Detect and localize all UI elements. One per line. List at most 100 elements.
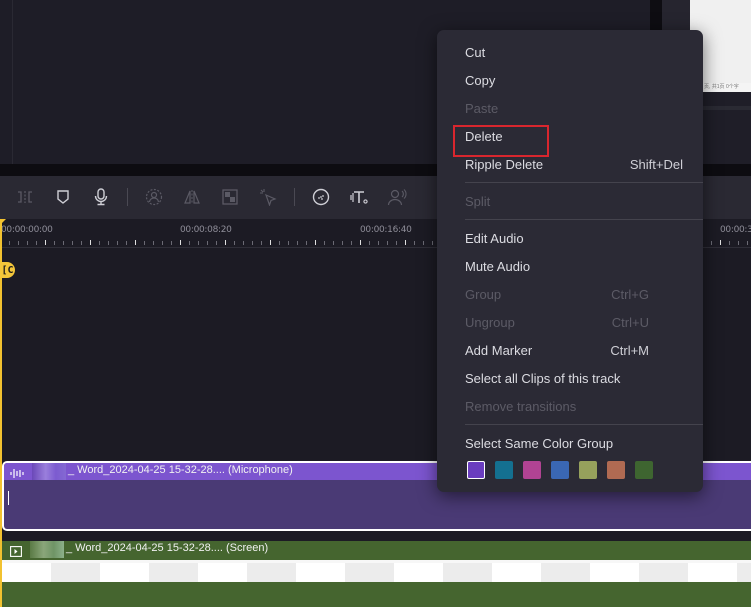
face-avatar-icon[interactable] xyxy=(143,186,165,208)
menu-item-label: Add Marker xyxy=(465,343,533,358)
ruler-tick xyxy=(162,241,163,245)
ruler-tick xyxy=(729,241,730,245)
ruler-tick xyxy=(99,241,100,245)
ruler-tick xyxy=(216,241,217,245)
color-swatch[interactable] xyxy=(635,461,653,479)
ruler-tick xyxy=(243,241,244,245)
menu-separator xyxy=(465,219,703,220)
timecode-label: 00:00:08:20 xyxy=(180,225,232,235)
ruler-tick xyxy=(90,240,91,245)
thumbnail-frame xyxy=(394,560,443,582)
menu-item-mute-audio[interactable]: Mute Audio xyxy=(465,257,683,277)
speed-dial-icon[interactable] xyxy=(310,186,332,208)
ruler-tick xyxy=(378,241,379,245)
menu-item-paste[interactable]: Paste xyxy=(465,99,683,119)
ruler-tick xyxy=(135,240,136,245)
playhead-handle[interactable] xyxy=(0,219,6,225)
menu-item-edit-audio[interactable]: Edit Audio xyxy=(465,229,683,249)
ruler-tick xyxy=(9,241,10,245)
menu-item-label: Mute Audio xyxy=(465,259,531,274)
thumbnail-frame xyxy=(198,560,247,582)
menu-item-add-marker[interactable]: Add Marker Ctrl+M xyxy=(465,341,683,361)
ruler-tick xyxy=(153,241,154,245)
ruler-tick xyxy=(63,241,64,245)
ruler-tick xyxy=(225,240,226,245)
ruler-tick xyxy=(270,240,271,245)
thumbnail-frame xyxy=(688,560,737,582)
ruler-tick xyxy=(720,240,721,245)
ruler-tick xyxy=(324,241,325,245)
playhead-marker-badge[interactable]: [C xyxy=(0,262,15,278)
color-swatch[interactable] xyxy=(551,461,569,479)
thumbnail-frame xyxy=(100,560,149,582)
ruler-tick xyxy=(747,241,748,245)
cursor-effect-icon[interactable] xyxy=(257,186,279,208)
thumbnail-frame xyxy=(443,560,492,582)
thumbnail-frame xyxy=(2,560,51,582)
ruler-tick xyxy=(423,241,424,245)
menu-item-shortcut: Ctrl+M xyxy=(610,343,649,358)
thumbnail-frame xyxy=(590,560,639,582)
mosaic-icon[interactable] xyxy=(219,186,241,208)
ruler-tick xyxy=(27,241,28,245)
thumbnail-frame xyxy=(639,560,688,582)
color-swatch[interactable] xyxy=(607,461,625,479)
ruler-tick xyxy=(81,241,82,245)
color-swatch[interactable] xyxy=(467,461,485,479)
menu-item-ungroup[interactable]: Ungroup Ctrl+U xyxy=(465,313,683,333)
split-icon[interactable] xyxy=(14,186,36,208)
color-swatch-row xyxy=(467,461,653,479)
ruler-tick xyxy=(117,241,118,245)
menu-item-copy[interactable]: Copy xyxy=(465,71,683,91)
thumbnail-frame xyxy=(51,560,100,582)
clip-title: _ Word_2024-04-25 15-32-28.... (Screen) xyxy=(66,542,269,554)
toolbar-separator xyxy=(294,188,295,206)
menu-item-ripple-delete[interactable]: Ripple Delete Shift+Del xyxy=(465,155,683,175)
ruler-tick xyxy=(288,241,289,245)
marker-icon[interactable] xyxy=(52,186,74,208)
color-swatch[interactable] xyxy=(495,461,513,479)
menu-separator xyxy=(465,182,703,183)
menu-item-cut[interactable]: Cut xyxy=(465,43,683,63)
ruler-tick xyxy=(396,241,397,245)
menu-item-label: Cut xyxy=(465,45,486,60)
menu-item-shortcut: Ctrl+G xyxy=(611,287,649,302)
text-cursor xyxy=(8,491,9,505)
menu-item-label: Edit Audio xyxy=(465,231,524,246)
color-swatch[interactable] xyxy=(579,461,597,479)
ruler-tick xyxy=(252,241,253,245)
menu-item-group[interactable]: Group Ctrl+G xyxy=(465,285,683,305)
ruler-tick xyxy=(261,241,262,245)
ruler-tick xyxy=(207,241,208,245)
screen-video-clip[interactable]: _ Word_2024-04-25 15-32-28.... (Screen) xyxy=(2,541,751,607)
ruler-tick xyxy=(351,241,352,245)
preview-divider xyxy=(12,0,13,164)
ruler-tick xyxy=(342,241,343,245)
ruler-tick xyxy=(369,241,370,245)
microphone-icon[interactable] xyxy=(90,186,112,208)
thumbnail-frame xyxy=(541,560,590,582)
ruler-tick xyxy=(36,241,37,245)
ruler-tick xyxy=(180,240,181,245)
ruler-tick xyxy=(189,241,190,245)
menu-item-split[interactable]: Split xyxy=(465,192,683,212)
ruler-tick xyxy=(234,241,235,245)
context-menu: Cut Copy Paste Delete Ripple Delete Shift… xyxy=(437,30,703,492)
ruler-tick xyxy=(432,241,433,245)
timecode-label: 00:00:00:00 xyxy=(1,225,53,235)
timecode-label: 00:00:16:40 xyxy=(360,225,412,235)
menu-item-remove-transitions[interactable]: Remove transitions xyxy=(465,397,683,417)
ruler-tick xyxy=(414,241,415,245)
ruler-tick xyxy=(45,240,46,245)
menu-item-label: Copy xyxy=(465,73,496,88)
mirror-icon[interactable] xyxy=(181,186,203,208)
menu-item-label: Select Same Color Group xyxy=(465,436,614,451)
menu-item-select-all-clips[interactable]: Select all Clips of this track xyxy=(465,369,683,389)
color-swatch[interactable] xyxy=(523,461,541,479)
clip-header: _ Word_2024-04-25 15-32-28.... (Screen) xyxy=(2,541,751,558)
voice-changer-icon[interactable] xyxy=(386,186,408,208)
text-to-speech-icon[interactable] xyxy=(348,186,370,208)
ruler-tick xyxy=(144,241,145,245)
menu-item-select-same-color-group[interactable]: Select Same Color Group xyxy=(465,434,683,454)
video-editor: 页, 共1页 0个字 00:00:00:00 00:00:08:20 00:00… xyxy=(0,0,751,607)
